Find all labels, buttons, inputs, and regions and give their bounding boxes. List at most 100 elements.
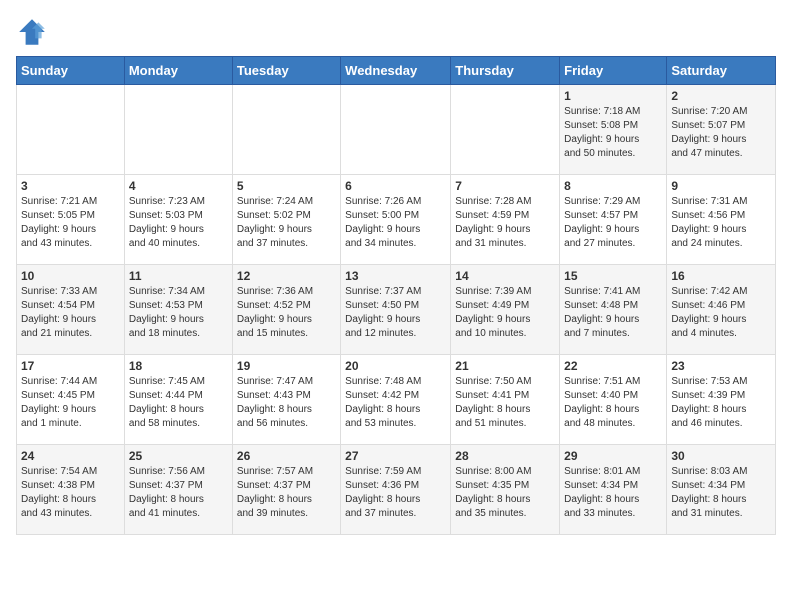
day-number: 13 xyxy=(345,269,446,283)
day-info: Sunrise: 7:47 AM Sunset: 4:43 PM Dayligh… xyxy=(237,375,336,431)
calendar-cell: 5 Sunrise: 7:24 AM Sunset: 5:02 PM Daylig… xyxy=(232,175,340,265)
weekday-header-thursday: Thursday xyxy=(451,57,560,85)
day-number: 18 xyxy=(129,359,228,373)
calendar-cell xyxy=(232,85,340,175)
calendar-cell: 4 Sunrise: 7:23 AM Sunset: 5:03 PM Daylig… xyxy=(124,175,232,265)
calendar-cell: 12 Sunrise: 7:36 AM Sunset: 4:52 PM Dayli… xyxy=(232,265,340,355)
calendar-week-row: 3 Sunrise: 7:21 AM Sunset: 5:05 PM Daylig… xyxy=(17,175,776,265)
day-info: Sunrise: 7:21 AM Sunset: 5:05 PM Dayligh… xyxy=(21,195,120,251)
day-info: Sunrise: 8:00 AM Sunset: 4:35 PM Dayligh… xyxy=(455,465,555,521)
day-number: 3 xyxy=(21,179,120,193)
day-number: 14 xyxy=(455,269,555,283)
day-number: 11 xyxy=(129,269,228,283)
day-info: Sunrise: 7:57 AM Sunset: 4:37 PM Dayligh… xyxy=(237,465,336,521)
logo xyxy=(16,16,52,48)
calendar-cell: 30 Sunrise: 8:03 AM Sunset: 4:34 PM Dayli… xyxy=(667,445,776,535)
weekday-header-sunday: Sunday xyxy=(17,57,125,85)
weekday-header-saturday: Saturday xyxy=(667,57,776,85)
day-number: 9 xyxy=(671,179,771,193)
day-number: 29 xyxy=(564,449,662,463)
calendar-cell: 20Sunrise: 7:48 AM Sunset: 4:42 PM Dayli… xyxy=(341,355,451,445)
calendar-cell: 1 Sunrise: 7:18 AM Sunset: 5:08 PM Daylig… xyxy=(560,85,667,175)
day-info: Sunrise: 7:41 AM Sunset: 4:48 PM Dayligh… xyxy=(564,285,662,341)
calendar-cell: 9 Sunrise: 7:31 AM Sunset: 4:56 PM Daylig… xyxy=(667,175,776,265)
calendar-cell: 10 Sunrise: 7:33 AM Sunset: 4:54 PM Dayli… xyxy=(17,265,125,355)
weekday-header-tuesday: Tuesday xyxy=(232,57,340,85)
day-info: Sunrise: 7:51 AM Sunset: 4:40 PM Dayligh… xyxy=(564,375,662,431)
weekday-header-row: SundayMondayTuesdayWednesdayThursdayFrid… xyxy=(17,57,776,85)
calendar-cell: 26 Sunrise: 7:57 AM Sunset: 4:37 PM Dayli… xyxy=(232,445,340,535)
day-info: Sunrise: 7:42 AM Sunset: 4:46 PM Dayligh… xyxy=(671,285,771,341)
page-header xyxy=(16,16,776,48)
day-info: Sunrise: 7:33 AM Sunset: 4:54 PM Dayligh… xyxy=(21,285,120,341)
calendar-cell: 17 Sunrise: 7:44 AM Sunset: 4:45 PM Dayli… xyxy=(17,355,125,445)
day-number: 2 xyxy=(671,89,771,103)
calendar-cell: 22 Sunrise: 7:51 AM Sunset: 4:40 PM Dayli… xyxy=(560,355,667,445)
calendar-cell: 6 Sunrise: 7:26 AM Sunset: 5:00 PM Daylig… xyxy=(341,175,451,265)
day-info: Sunrise: 7:48 AM Sunset: 4:42 PM Dayligh… xyxy=(345,375,446,431)
calendar-cell: 8 Sunrise: 7:29 AM Sunset: 4:57 PM Daylig… xyxy=(560,175,667,265)
calendar-week-row: 1 Sunrise: 7:18 AM Sunset: 5:08 PM Daylig… xyxy=(17,85,776,175)
day-number: 23 xyxy=(671,359,771,373)
day-info: Sunrise: 7:28 AM Sunset: 4:59 PM Dayligh… xyxy=(455,195,555,251)
day-info: Sunrise: 7:26 AM Sunset: 5:00 PM Dayligh… xyxy=(345,195,446,251)
calendar-cell: 2 Sunrise: 7:20 AM Sunset: 5:07 PM Daylig… xyxy=(667,85,776,175)
day-number: 1 xyxy=(564,89,662,103)
logo-icon xyxy=(16,16,48,48)
day-number: 17 xyxy=(21,359,120,373)
day-number: 26 xyxy=(237,449,336,463)
day-number: 22 xyxy=(564,359,662,373)
day-info: Sunrise: 8:01 AM Sunset: 4:34 PM Dayligh… xyxy=(564,465,662,521)
day-number: 12 xyxy=(237,269,336,283)
day-info: Sunrise: 7:37 AM Sunset: 4:50 PM Dayligh… xyxy=(345,285,446,341)
calendar-cell xyxy=(124,85,232,175)
day-info: Sunrise: 7:36 AM Sunset: 4:52 PM Dayligh… xyxy=(237,285,336,341)
day-number: 7 xyxy=(455,179,555,193)
weekday-header-monday: Monday xyxy=(124,57,232,85)
calendar-cell: 16 Sunrise: 7:42 AM Sunset: 4:46 PM Dayli… xyxy=(667,265,776,355)
day-number: 30 xyxy=(671,449,771,463)
calendar-cell: 3 Sunrise: 7:21 AM Sunset: 5:05 PM Daylig… xyxy=(17,175,125,265)
calendar-table: SundayMondayTuesdayWednesdayThursdayFrid… xyxy=(16,56,776,535)
day-number: 21 xyxy=(455,359,555,373)
calendar-cell: 13 Sunrise: 7:37 AM Sunset: 4:50 PM Dayli… xyxy=(341,265,451,355)
calendar-week-row: 17 Sunrise: 7:44 AM Sunset: 4:45 PM Dayli… xyxy=(17,355,776,445)
day-number: 16 xyxy=(671,269,771,283)
day-info: Sunrise: 7:18 AM Sunset: 5:08 PM Dayligh… xyxy=(564,105,662,161)
calendar-cell: 18Sunrise: 7:45 AM Sunset: 4:44 PM Dayli… xyxy=(124,355,232,445)
day-number: 8 xyxy=(564,179,662,193)
calendar-cell xyxy=(341,85,451,175)
day-info: Sunrise: 7:39 AM Sunset: 4:49 PM Dayligh… xyxy=(455,285,555,341)
calendar-week-row: 24 Sunrise: 7:54 AM Sunset: 4:38 PM Dayli… xyxy=(17,445,776,535)
day-info: Sunrise: 7:31 AM Sunset: 4:56 PM Dayligh… xyxy=(671,195,771,251)
day-info: Sunrise: 7:29 AM Sunset: 4:57 PM Dayligh… xyxy=(564,195,662,251)
calendar-cell: 27 Sunrise: 7:59 AM Sunset: 4:36 PM Dayli… xyxy=(341,445,451,535)
calendar-cell: 23 Sunrise: 7:53 AM Sunset: 4:39 PM Dayli… xyxy=(667,355,776,445)
day-info: Sunrise: 7:56 AM Sunset: 4:37 PM Dayligh… xyxy=(129,465,228,521)
day-number: 5 xyxy=(237,179,336,193)
day-info: Sunrise: 8:03 AM Sunset: 4:34 PM Dayligh… xyxy=(671,465,771,521)
day-info: Sunrise: 7:24 AM Sunset: 5:02 PM Dayligh… xyxy=(237,195,336,251)
day-info: Sunrise: 7:54 AM Sunset: 4:38 PM Dayligh… xyxy=(21,465,120,521)
calendar-cell: 28Sunrise: 8:00 AM Sunset: 4:35 PM Dayli… xyxy=(451,445,560,535)
calendar-cell: 29 Sunrise: 8:01 AM Sunset: 4:34 PM Dayli… xyxy=(560,445,667,535)
calendar-week-row: 10 Sunrise: 7:33 AM Sunset: 4:54 PM Dayli… xyxy=(17,265,776,355)
day-number: 15 xyxy=(564,269,662,283)
day-info: Sunrise: 7:20 AM Sunset: 5:07 PM Dayligh… xyxy=(671,105,771,161)
day-number: 27 xyxy=(345,449,446,463)
day-info: Sunrise: 7:44 AM Sunset: 4:45 PM Dayligh… xyxy=(21,375,120,431)
calendar-cell: 7 Sunrise: 7:28 AM Sunset: 4:59 PM Daylig… xyxy=(451,175,560,265)
calendar-cell: 21Sunrise: 7:50 AM Sunset: 4:41 PM Dayli… xyxy=(451,355,560,445)
day-info: Sunrise: 7:23 AM Sunset: 5:03 PM Dayligh… xyxy=(129,195,228,251)
calendar-cell: 25Sunrise: 7:56 AM Sunset: 4:37 PM Dayli… xyxy=(124,445,232,535)
day-number: 19 xyxy=(237,359,336,373)
calendar-cell: 24 Sunrise: 7:54 AM Sunset: 4:38 PM Dayli… xyxy=(17,445,125,535)
day-number: 4 xyxy=(129,179,228,193)
calendar-cell: 11Sunrise: 7:34 AM Sunset: 4:53 PM Dayli… xyxy=(124,265,232,355)
day-number: 24 xyxy=(21,449,120,463)
day-number: 10 xyxy=(21,269,120,283)
day-info: Sunrise: 7:59 AM Sunset: 4:36 PM Dayligh… xyxy=(345,465,446,521)
day-info: Sunrise: 7:53 AM Sunset: 4:39 PM Dayligh… xyxy=(671,375,771,431)
day-number: 6 xyxy=(345,179,446,193)
calendar-cell xyxy=(17,85,125,175)
